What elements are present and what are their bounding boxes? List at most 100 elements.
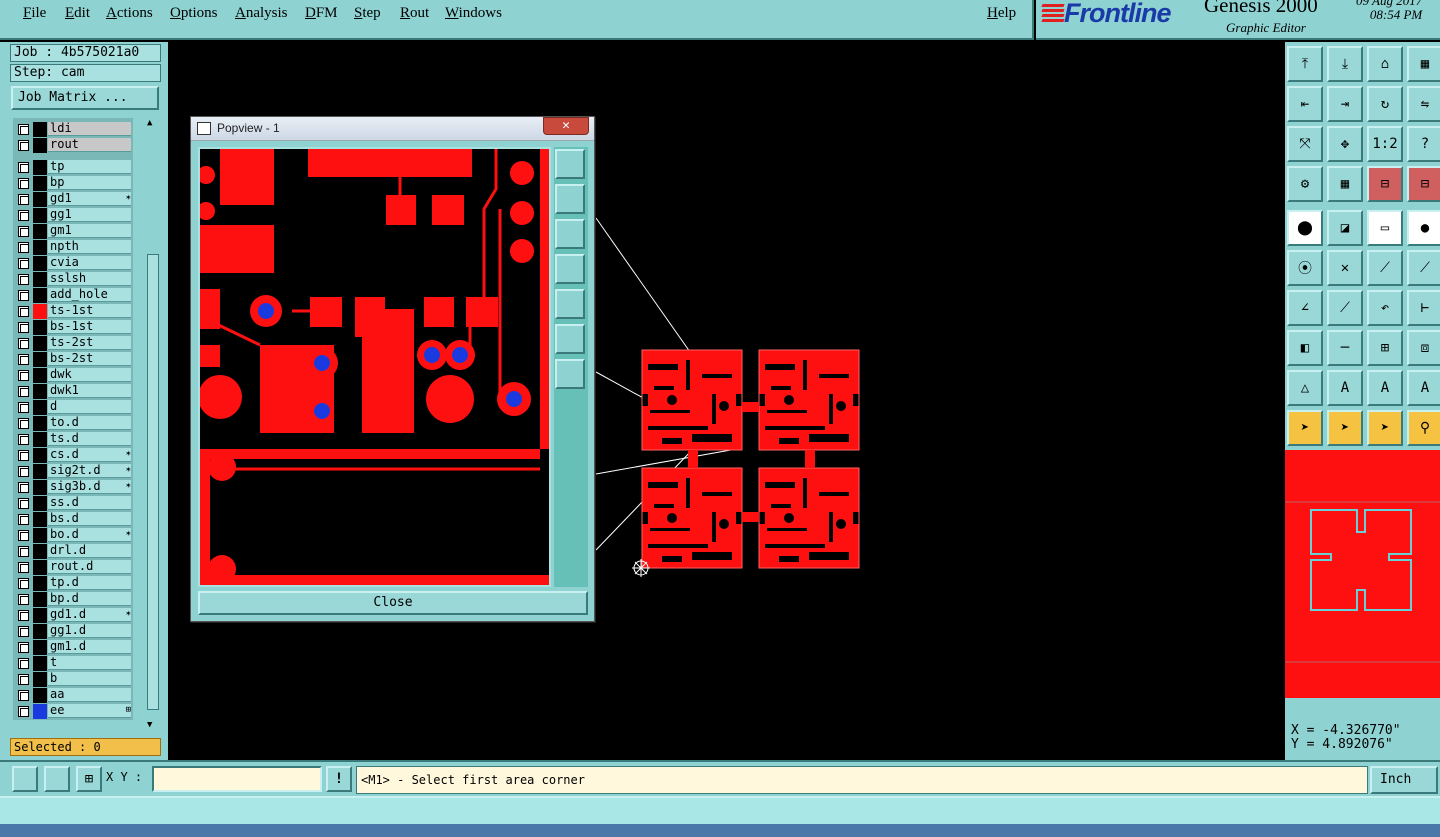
scale-tool-button[interactable]: 1:2 <box>1367 126 1403 162</box>
select-lasso-tool-button[interactable]: ➤ <box>1367 410 1403 446</box>
layer-name[interactable]: sig3b.d <box>48 480 131 494</box>
layer-name[interactable]: cvia <box>48 256 131 270</box>
layer-name[interactable]: b <box>48 672 131 686</box>
polygon-c-tool-button[interactable]: A <box>1407 370 1440 406</box>
layer-row[interactable]: t <box>13 656 133 671</box>
layer-checkbox[interactable] <box>18 258 29 269</box>
layer-name[interactable]: bo.d <box>48 528 131 542</box>
layer-name[interactable]: ts.d <box>48 432 131 446</box>
layer-checkbox[interactable] <box>18 162 29 173</box>
layer-color-swatch[interactable] <box>33 122 47 137</box>
layer-color-swatch[interactable] <box>33 352 47 367</box>
snap-icon[interactable] <box>12 766 38 792</box>
layer-color-swatch[interactable] <box>33 320 47 335</box>
xy-input[interactable] <box>152 766 322 792</box>
scroll-up-icon[interactable]: ▲ <box>147 118 152 128</box>
layer-row[interactable]: d <box>13 400 133 415</box>
layer-color-swatch[interactable] <box>33 368 47 383</box>
layer-checkbox[interactable] <box>18 242 29 253</box>
layer-color-swatch[interactable] <box>33 400 47 415</box>
layer-row[interactable]: ts-1st <box>13 304 133 319</box>
diag-tool-button[interactable]: ⟋ <box>1327 290 1363 326</box>
layer-checkbox[interactable] <box>18 578 29 589</box>
line-tool-button[interactable]: ─ <box>1327 330 1363 366</box>
layer-name[interactable]: npth <box>48 240 131 254</box>
layer-checkbox[interactable] <box>18 626 29 637</box>
layer-row[interactable]: sig3b.d ✶ <box>13 480 133 495</box>
layer-row[interactable]: sig2t.d ✶ <box>13 464 133 479</box>
select-net-tool-button[interactable]: ⚲ <box>1407 410 1440 446</box>
layer-name[interactable]: sig2t.d <box>48 464 131 478</box>
popview-fit-all-button[interactable] <box>555 324 585 354</box>
layer-row[interactable]: bs-2st <box>13 352 133 367</box>
select-box-tool-button[interactable]: ➤ <box>1327 410 1363 446</box>
popview-close-button[interactable]: Close <box>198 591 588 615</box>
layer-color-swatch[interactable] <box>33 688 47 703</box>
layer-row[interactable]: add_hole <box>13 288 133 303</box>
layer-checkbox[interactable] <box>18 498 29 509</box>
layer-name[interactable]: gm1.d <box>48 640 131 654</box>
layer-color-swatch[interactable] <box>33 576 47 591</box>
layer-row[interactable]: dwk <box>13 368 133 383</box>
layers-red2-tool-button[interactable]: ⊟ <box>1407 166 1440 202</box>
line-move2-tool-button[interactable]: ⟋ <box>1407 250 1440 286</box>
layer-row[interactable]: gm1 <box>13 224 133 239</box>
layer-name[interactable]: bs-1st <box>48 320 131 334</box>
layer-row[interactable]: gg1 <box>13 208 133 223</box>
help-tool-button[interactable]: ? <box>1407 126 1440 162</box>
layer-row[interactable]: aa <box>13 688 133 703</box>
job-matrix-button[interactable]: Job Matrix ... <box>11 86 159 110</box>
layer-checkbox[interactable] <box>18 514 29 525</box>
pan-left-tool-button[interactable]: ⇤ <box>1287 86 1323 122</box>
layer-row[interactable]: bs-1st <box>13 320 133 335</box>
polygon-b-tool-button[interactable]: A <box>1367 370 1403 406</box>
layer-row[interactable]: ss.d <box>13 496 133 511</box>
layer-name[interactable]: ts-1st <box>48 304 131 318</box>
layer-row[interactable]: ts-2st <box>13 336 133 351</box>
overview-map[interactable] <box>1285 450 1440 698</box>
layer-checkbox[interactable] <box>18 530 29 541</box>
layer-row[interactable]: gd1 ✶ <box>13 192 133 207</box>
layer-row[interactable]: bo.d ✶ <box>13 528 133 543</box>
popview-fit-height-button[interactable] <box>555 359 585 389</box>
unit-select[interactable]: Inch <box>1370 766 1438 794</box>
layer-color-swatch[interactable] <box>33 272 47 287</box>
menu-step[interactable]: Step <box>354 5 381 22</box>
rotate-tool-button[interactable]: ↻ <box>1367 86 1403 122</box>
layer-checkbox[interactable] <box>18 354 29 365</box>
menu-help[interactable]: Help <box>987 5 1016 22</box>
menu-analysis[interactable]: Analysis <box>235 5 288 22</box>
layer-checkbox[interactable] <box>18 124 29 135</box>
angle-tool-button[interactable]: ∠ <box>1287 290 1323 326</box>
select-tool-button[interactable]: ➤ <box>1287 410 1323 446</box>
layer-row[interactable]: cvia <box>13 256 133 271</box>
center-tool-button[interactable]: ✥ <box>1327 126 1363 162</box>
layer-name[interactable]: bp <box>48 176 131 190</box>
layer-name[interactable]: cs.d <box>48 448 131 462</box>
measure-tool-button[interactable]: ⊞ <box>1367 330 1403 366</box>
draw-tool-button[interactable]: ◪ <box>1327 210 1363 246</box>
layer-name[interactable]: bs-2st <box>48 352 131 366</box>
layer-color-swatch[interactable] <box>33 176 47 191</box>
layers-red-tool-button[interactable]: ⊟ <box>1367 166 1403 202</box>
popview-pan-left-button[interactable] <box>555 254 585 284</box>
layer-color-swatch[interactable] <box>33 336 47 351</box>
layer-name[interactable]: bp.d <box>48 592 131 606</box>
zoom-out-tool-button[interactable]: ⤓ <box>1327 46 1363 82</box>
layer-checkbox[interactable] <box>18 210 29 221</box>
layer-scrollbar[interactable]: ▲ ▼ <box>146 118 160 730</box>
layer-name[interactable]: ldi <box>48 122 131 136</box>
layer-row[interactable]: bp.d <box>13 592 133 607</box>
layer-name[interactable]: sslsh <box>48 272 131 286</box>
layer-row[interactable]: b <box>13 672 133 687</box>
layer-color-swatch[interactable] <box>33 160 47 175</box>
layer-name[interactable]: gg1 <box>48 208 131 222</box>
layer-color-swatch[interactable] <box>33 432 47 447</box>
popview-canvas[interactable] <box>198 147 551 587</box>
layer-name[interactable]: t <box>48 656 131 670</box>
layer-row[interactable]: tp <box>13 160 133 175</box>
layer-name[interactable]: dwk <box>48 368 131 382</box>
popview-close-x-button[interactable]: ✕ <box>543 117 589 135</box>
layer-color-swatch[interactable] <box>33 224 47 239</box>
tools-tool-button[interactable]: ⚙ <box>1287 166 1323 202</box>
